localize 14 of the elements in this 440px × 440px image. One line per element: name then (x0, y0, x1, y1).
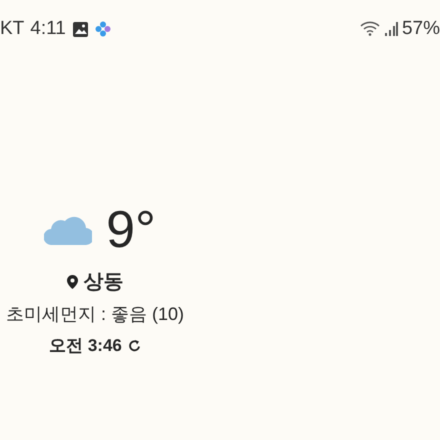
clock-text: 4:11 (30, 18, 66, 40)
signal-icon (384, 21, 398, 37)
cloud-icon (44, 215, 92, 245)
refresh-icon (128, 339, 141, 352)
location-text: 상동 (84, 270, 124, 295)
carrier-text: KT (0, 18, 24, 40)
temperature-text: 9° (106, 204, 156, 256)
wifi-icon (360, 21, 380, 37)
image-icon (72, 20, 89, 38)
sparkle-icon (94, 21, 111, 37)
battery-text: 57% (402, 18, 440, 40)
air-quality-text: 초미세먼지 : 좋음 (10) (6, 303, 184, 326)
updated-time-text: 오전 3:46 (49, 335, 122, 357)
location-pin-icon (66, 274, 78, 288)
